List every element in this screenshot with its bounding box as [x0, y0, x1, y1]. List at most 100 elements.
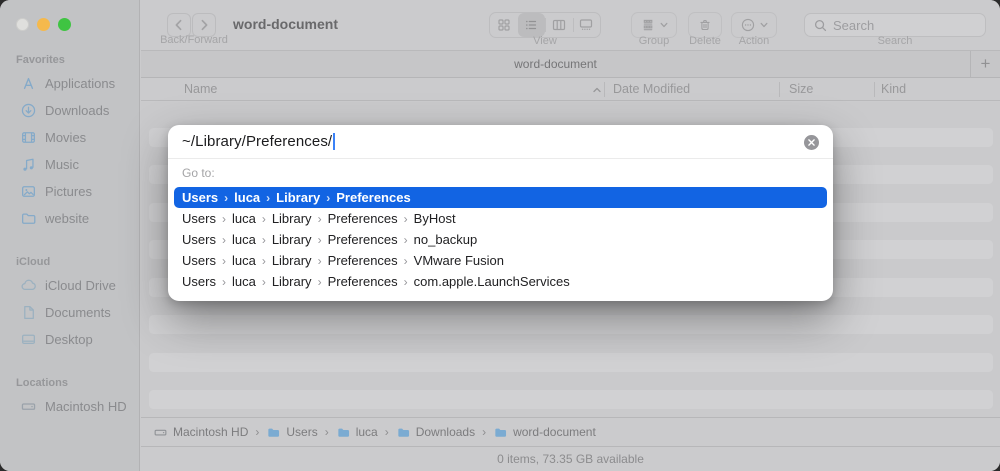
path-item-label: word-document — [513, 425, 596, 439]
plus-icon: + — [980, 54, 991, 73]
path-segment: Preferences — [327, 211, 398, 226]
list-view-button[interactable] — [517, 13, 545, 37]
status-bar: 0 items, 73.35 GB available — [141, 446, 1000, 471]
clear-icon — [804, 135, 819, 150]
path-bar: Macintosh HD › Users › luca › Downloads … — [141, 417, 1000, 446]
column-divider[interactable] — [604, 82, 605, 97]
suggestion-row[interactable]: Users › luca › Library › Preferences › no_backup — [174, 229, 827, 250]
column-view-button[interactable] — [545, 13, 573, 37]
grid-view-icon — [498, 19, 510, 31]
icon-view-button[interactable] — [490, 13, 518, 37]
suggestion-row[interactable]: Users › luca › Library › Preferences › VMware Fu… — [174, 250, 827, 271]
close-button[interactable] — [16, 18, 29, 31]
sidebar-item-downloads[interactable]: Downloads — [0, 97, 139, 124]
list-column-header: Name Date Modified Size Kind — [141, 79, 1000, 101]
zoom-button[interactable] — [58, 18, 71, 31]
sidebar-item-macintosh-hd[interactable]: Macintosh HD — [0, 393, 139, 420]
path-item-downloads[interactable]: Downloads — [396, 425, 475, 440]
path-item-luca[interactable]: luca — [336, 425, 378, 440]
chevron-separator: › — [221, 211, 226, 226]
sidebar-section-favorites: Favorites — [16, 54, 65, 66]
pictures-icon — [20, 183, 37, 200]
suggestion-row[interactable]: Users › luca › Library › Preferences › com.apple… — [174, 271, 827, 292]
trash-icon — [700, 20, 710, 31]
minimize-button[interactable] — [37, 18, 50, 31]
chevron-separator: › — [317, 274, 322, 289]
path-segment: Users — [182, 190, 219, 205]
hard-drive-icon — [153, 425, 168, 440]
new-tab-button[interactable]: + — [970, 51, 1000, 77]
view-label: View — [533, 35, 557, 47]
folder-icon — [493, 425, 508, 440]
tab-word-document[interactable]: word-document — [141, 51, 970, 77]
sort-ascending-icon — [591, 84, 603, 96]
chevron-down-icon — [760, 22, 767, 28]
chevron-separator: › — [403, 232, 408, 247]
go-to-folder-dialog: ~/Library/Preferences/ Go to: Users › luca… — [168, 125, 833, 301]
window-title: word-document — [233, 16, 338, 32]
path-segment: Users — [182, 274, 216, 289]
document-icon — [20, 304, 37, 321]
sidebar: Favorites Applications Downloads Movies — [0, 0, 140, 471]
path-item-macintosh-hd[interactable]: Macintosh HD — [153, 425, 248, 440]
sidebar-item-music[interactable]: Music — [0, 151, 139, 178]
action-label: Action — [738, 35, 770, 47]
suggestion-row[interactable]: Users › luca › Library › Preferences — [174, 187, 827, 208]
list-row-stripe — [149, 315, 993, 334]
group-label: Group — [638, 35, 670, 47]
sidebar-item-label: Music — [45, 157, 79, 172]
chevron-separator: › — [221, 253, 226, 268]
icloud-icon — [20, 277, 37, 294]
sidebar-item-applications[interactable]: Applications — [0, 70, 139, 97]
path-segment: Library — [271, 232, 312, 247]
column-header-name[interactable]: Name — [184, 82, 217, 96]
clear-button[interactable] — [803, 134, 820, 151]
column-header-size[interactable]: Size — [789, 82, 813, 96]
sidebar-item-movies[interactable]: Movies — [0, 124, 139, 151]
back-forward-label: Back/Forward — [160, 34, 228, 46]
chevron-separator: › — [403, 211, 408, 226]
search-label: Search — [877, 35, 913, 47]
column-divider[interactable] — [779, 82, 780, 97]
status-text: 0 items, 73.35 GB available — [497, 452, 644, 466]
column-header-kind[interactable]: Kind — [881, 82, 906, 96]
search-icon — [814, 19, 827, 31]
sidebar-item-label: Desktop — [45, 332, 93, 347]
path-item-label: Users — [286, 425, 318, 439]
goto-label: Go to: — [182, 166, 215, 180]
chevron-separator: › — [261, 274, 266, 289]
path-item-users[interactable]: Users — [266, 425, 318, 440]
suggestion-row[interactable]: Users › luca › Library › Preferences › ByHost — [174, 208, 827, 229]
path-input[interactable]: ~/Library/Preferences/ — [168, 125, 833, 159]
sidebar-item-desktop[interactable]: Desktop — [0, 326, 139, 353]
path-segment: Users — [182, 232, 216, 247]
gallery-view-button[interactable] — [572, 13, 601, 37]
chevron-down-icon — [660, 22, 667, 28]
path-segment: Library — [276, 190, 321, 205]
tab-bar: word-document + — [141, 50, 1000, 78]
chevron-separator: › — [317, 211, 322, 226]
downloads-icon — [20, 102, 37, 119]
search-placeholder: Search — [833, 17, 875, 33]
sidebar-item-label: Pictures — [45, 184, 92, 199]
path-segment: com.apple.LaunchServices — [413, 274, 570, 289]
column-header-date-modified[interactable]: Date Modified — [613, 82, 690, 96]
chevron-separator: › — [482, 425, 487, 439]
path-item-word-document[interactable]: word-document — [493, 425, 596, 440]
sidebar-item-documents[interactable]: Documents — [0, 299, 139, 326]
path-segment: luca — [234, 190, 261, 205]
folder-icon — [20, 210, 37, 227]
path-segment: Preferences — [327, 253, 398, 268]
chevron-left-icon — [175, 19, 182, 31]
sidebar-item-website[interactable]: website — [0, 205, 139, 232]
sidebar-item-icloud-drive[interactable]: iCloud Drive — [0, 272, 139, 299]
chevron-separator: › — [384, 425, 389, 439]
delete-label: Delete — [689, 35, 721, 47]
path-segment: Preferences — [327, 274, 398, 289]
search-input[interactable]: Search — [804, 13, 986, 37]
sidebar-item-pictures[interactable]: Pictures — [0, 178, 139, 205]
column-divider[interactable] — [874, 82, 875, 97]
path-segment: Library — [271, 211, 312, 226]
path-segment: Library — [271, 253, 312, 268]
movies-icon — [20, 129, 37, 146]
